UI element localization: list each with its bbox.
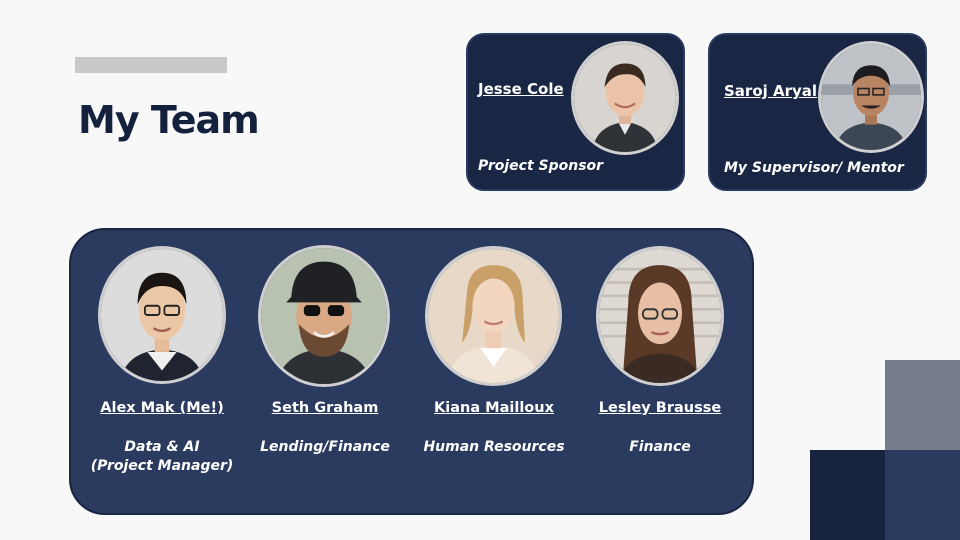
member-role-line: Finance [629,439,691,455]
member-name[interactable]: Alex Mak (Me!) [92,400,232,416]
member-photo [258,245,390,387]
leader-card-mentor: Saroj Aryal My Supervisor/ Mentor [708,33,927,191]
member-role: Human Resources [414,438,574,457]
member-role: Lending/Finance [245,438,405,457]
corner-decoration-block [810,450,885,540]
member-name[interactable]: Seth Graham [255,400,395,416]
member-photo [425,246,562,386]
member-role-line: Lending/Finance [260,439,390,455]
title-accent-bar [75,57,227,73]
member-role-line: Human Resources [423,439,565,455]
leader-card-sponsor: Jesse Cole Project Sponsor [466,33,685,191]
member-name[interactable]: Lesley Brausse [590,400,730,416]
page-title: My Team [78,98,260,142]
member-photo [98,246,226,384]
corner-decoration-block [885,450,960,540]
team-panel: Alex Mak (Me!) Data & AI (Project Manage… [69,228,754,515]
leader-name[interactable]: Jesse Cole [478,80,564,98]
member-role-line: (Project Manager) [90,458,234,474]
leader-photo [571,41,679,155]
leader-photo [818,41,924,153]
member-role: Finance [580,438,740,457]
member-role: Data & AI (Project Manager) [82,438,242,476]
member-photo [596,246,724,386]
member-name[interactable]: Kiana Mailloux [424,400,564,416]
corner-decoration-block [885,360,960,450]
leader-name[interactable]: Saroj Aryal [724,82,817,100]
leader-role: My Supervisor/ Mentor [724,160,904,176]
member-role-line: Data & AI [124,439,200,455]
leader-role: Project Sponsor [478,158,604,174]
